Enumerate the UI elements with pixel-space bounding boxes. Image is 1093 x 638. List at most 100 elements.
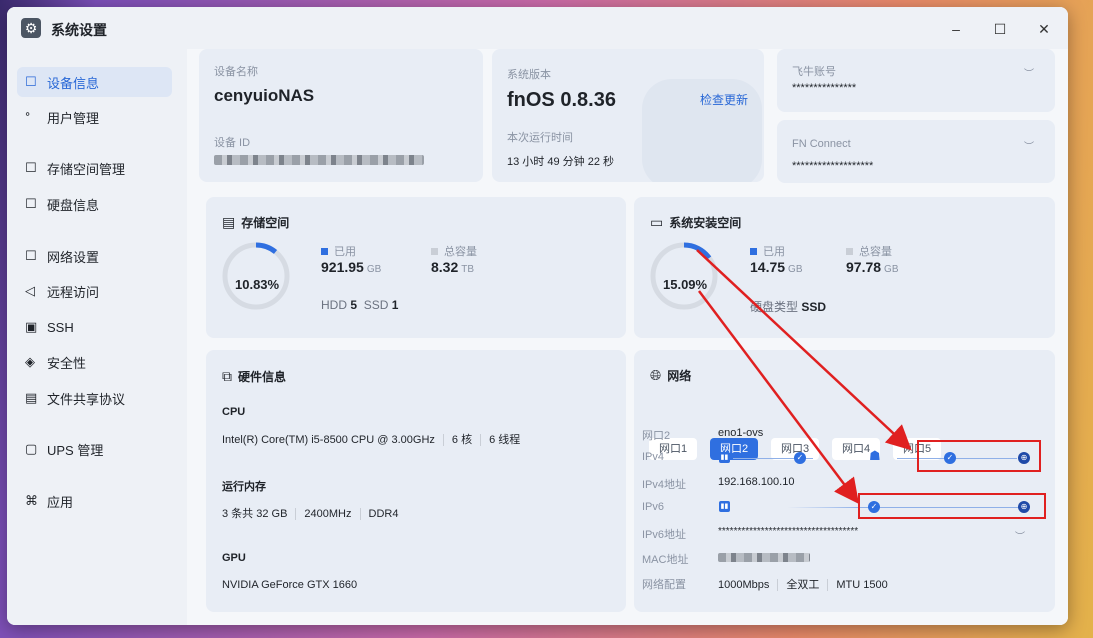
device-id-masked [214, 155, 424, 165]
sidebar-item-storage[interactable]: ☐ 存储空间管理 [17, 153, 172, 183]
fnconnect-card: FN Connect ******************* ︶ [777, 120, 1055, 183]
device-icon: ☐ [25, 74, 37, 89]
file-icon: ▤ [25, 390, 38, 405]
mtu-value: MTU 1500 [836, 579, 888, 591]
sidebar-item-label: SSH [47, 319, 74, 335]
used-label: 已用 [763, 246, 785, 258]
sidebar-item-label: 硬盘信息 [47, 197, 100, 213]
eye-closed-icon[interactable]: ︶ [1024, 138, 1034, 153]
ipv6-address: ************************************ [718, 526, 859, 537]
device-name: cenyuioNAS [214, 86, 315, 105]
system-used-value: 14.75 GB [750, 259, 803, 275]
apps-icon: ⌘ [25, 493, 38, 508]
sidebar-item-ssh[interactable]: ▣ SSH [17, 312, 172, 342]
battery-icon: ▢ [25, 441, 38, 456]
sidebar-item-device-info[interactable]: ☐ 设备信息 [17, 67, 172, 97]
minimize-button[interactable]: – [942, 17, 970, 41]
mem-size: 3 条共 32 GB [222, 508, 288, 520]
hardware-title-text: 硬件信息 [238, 370, 287, 384]
mac-label: MAC地址 [642, 554, 689, 566]
sidebar-item-remote[interactable]: ◁ 远程访问 [17, 276, 172, 306]
globe-icon: 🌐︎ [650, 367, 662, 383]
system-total-value: 97.78 GB [846, 259, 899, 275]
annotation-box-ipv4 [917, 440, 1041, 472]
ipv6-label: IPv6 [642, 501, 665, 513]
ipv4-label: IPv4 [642, 451, 665, 463]
system-used-legend: 已用 [750, 243, 785, 259]
storage-icon: ▤ [222, 214, 236, 230]
router-icon: ☗ [869, 448, 881, 463]
sidebar-item-disks[interactable]: ☐ 硬盘信息 [17, 189, 172, 219]
storage-usage-ring [222, 242, 290, 310]
sidebar-item-users[interactable]: ᐤ 用户管理 [17, 102, 172, 132]
close-button[interactable]: ✕ [1030, 17, 1058, 41]
user-icon: ᐤ [25, 109, 31, 124]
storage-total-value: 8.32 TB [431, 259, 474, 275]
sidebar-item-label: UPS 管理 [47, 442, 104, 458]
cpu-label: CPU [222, 406, 246, 418]
feiniu-account-value: *************** [792, 82, 857, 94]
sidebar-item-apps[interactable]: ⌘ 应用 [17, 486, 172, 516]
sidebar-item-label: 存储空间管理 [47, 161, 126, 177]
hardware-card: ⧉ 硬件信息 CPU Intel(R) Core(TM) i5-8500 CPU … [206, 350, 626, 612]
system-total-legend: 总容量 [846, 243, 892, 259]
used-label: 已用 [334, 246, 356, 258]
window-title: 系统设置 [51, 22, 107, 38]
network-title: 🌐︎ 网络 [650, 367, 691, 384]
eye-closed-icon[interactable]: ︶ [1024, 65, 1034, 80]
sidebar-item-label: 设备信息 [47, 75, 100, 91]
check-icon: ✓ [794, 452, 806, 464]
sidebar-item-ups[interactable]: ▢ UPS 管理 [17, 434, 172, 464]
version-card: 系统版本 fnOS 0.8.36 检查更新 本次运行时间 13 小时 49 分钟… [492, 49, 764, 182]
total-label: 总容量 [444, 246, 477, 258]
network-title-text: 网络 [667, 369, 692, 383]
disk-type: 硬盘类型 SSD [750, 298, 826, 315]
cpu-cores: 6 核 [451, 434, 473, 446]
nas-icon: ▮▮ [719, 501, 730, 512]
sidebar-item-file-sharing[interactable]: ▤ 文件共享协议 [17, 383, 172, 413]
total-label: 总容量 [859, 246, 892, 258]
chip-icon: ⧉ [222, 368, 232, 384]
mac-address-masked [718, 553, 810, 562]
sidebar-item-label: 应用 [47, 494, 74, 510]
fnconnect-value: ******************* [792, 160, 874, 172]
cpu-threads: 6 线程 [489, 434, 521, 446]
hardware-title: ⧉ 硬件信息 [222, 368, 286, 385]
ssd-count: 1 [391, 298, 399, 312]
disk-icon: ☐ [25, 196, 37, 211]
sidebar-item-label: 文件共享协议 [47, 391, 126, 407]
port-label: 网口2 [642, 430, 671, 442]
total-number: 8.32 [431, 259, 459, 275]
gpu-model: NVIDIA GeForce GTX 1660 [222, 579, 358, 591]
mem-type: DDR4 [368, 508, 399, 520]
title-bar[interactable]: ⚙ 系统设置 – ☐ ✕ [7, 7, 1068, 49]
storage-used-value: 921.95 GB [321, 259, 381, 275]
used-number: 14.75 [750, 259, 786, 275]
storage-used-legend: 已用 [321, 243, 356, 259]
sidebar-item-network[interactable]: ☐ 网络设置 [17, 241, 172, 271]
sidebar-item-label: 安全性 [47, 355, 87, 371]
terminal-icon: ▣ [25, 319, 38, 334]
uptime-label: 本次运行时间 [507, 132, 573, 144]
system-usage-ring [650, 242, 718, 310]
disk-type-value: SSD [801, 300, 827, 314]
maximize-button[interactable]: ☐ [986, 17, 1014, 41]
version-value: fnOS 0.8.36 [507, 89, 616, 111]
main-content: 设备名称 cenyuioNAS 设备 ID 系统版本 fnOS 0.8.36 检… [187, 49, 1068, 625]
annotation-box-ipv6 [858, 493, 1046, 519]
storage-card: ▤ 存储空间 10.83% 已用 总容量 921.95 GB 8.32 TB HDD … [206, 197, 626, 338]
device-name-label: 设备名称 [214, 66, 258, 78]
link-speed: 1000Mbps [718, 579, 770, 591]
eye-closed-icon[interactable]: ︶ [1015, 528, 1025, 543]
settings-window: ⚙ 系统设置 – ☐ ✕ ☐ 设备信息 ᐤ 用户管理 ☐ 存储空间管理 ☐ 硬盘信息 ☐… [7, 7, 1068, 625]
tab-port2[interactable]: 网口2 [710, 438, 759, 460]
sidebar: ☐ 设备信息 ᐤ 用户管理 ☐ 存储空间管理 ☐ 硬盘信息 ☐ 网络设置 ◁ 远程访问 ▣ S… [7, 49, 187, 625]
sidebar-item-security[interactable]: ◈ 安全性 [17, 347, 172, 377]
check-update-link[interactable]: 检查更新 [700, 91, 748, 108]
disk-counts: HDD 5 SSD 1 [321, 298, 398, 312]
used-unit: GB [366, 264, 382, 275]
system-space-card: ▭ 系统安装空间 15.09% 已用 总容量 14.75 GB 97.78 GB 硬盘… [634, 197, 1055, 338]
storage-percent: 10.83% [235, 277, 280, 292]
storage-total-legend: 总容量 [431, 243, 477, 259]
system-space-title-text: 系统安装空间 [669, 216, 742, 230]
